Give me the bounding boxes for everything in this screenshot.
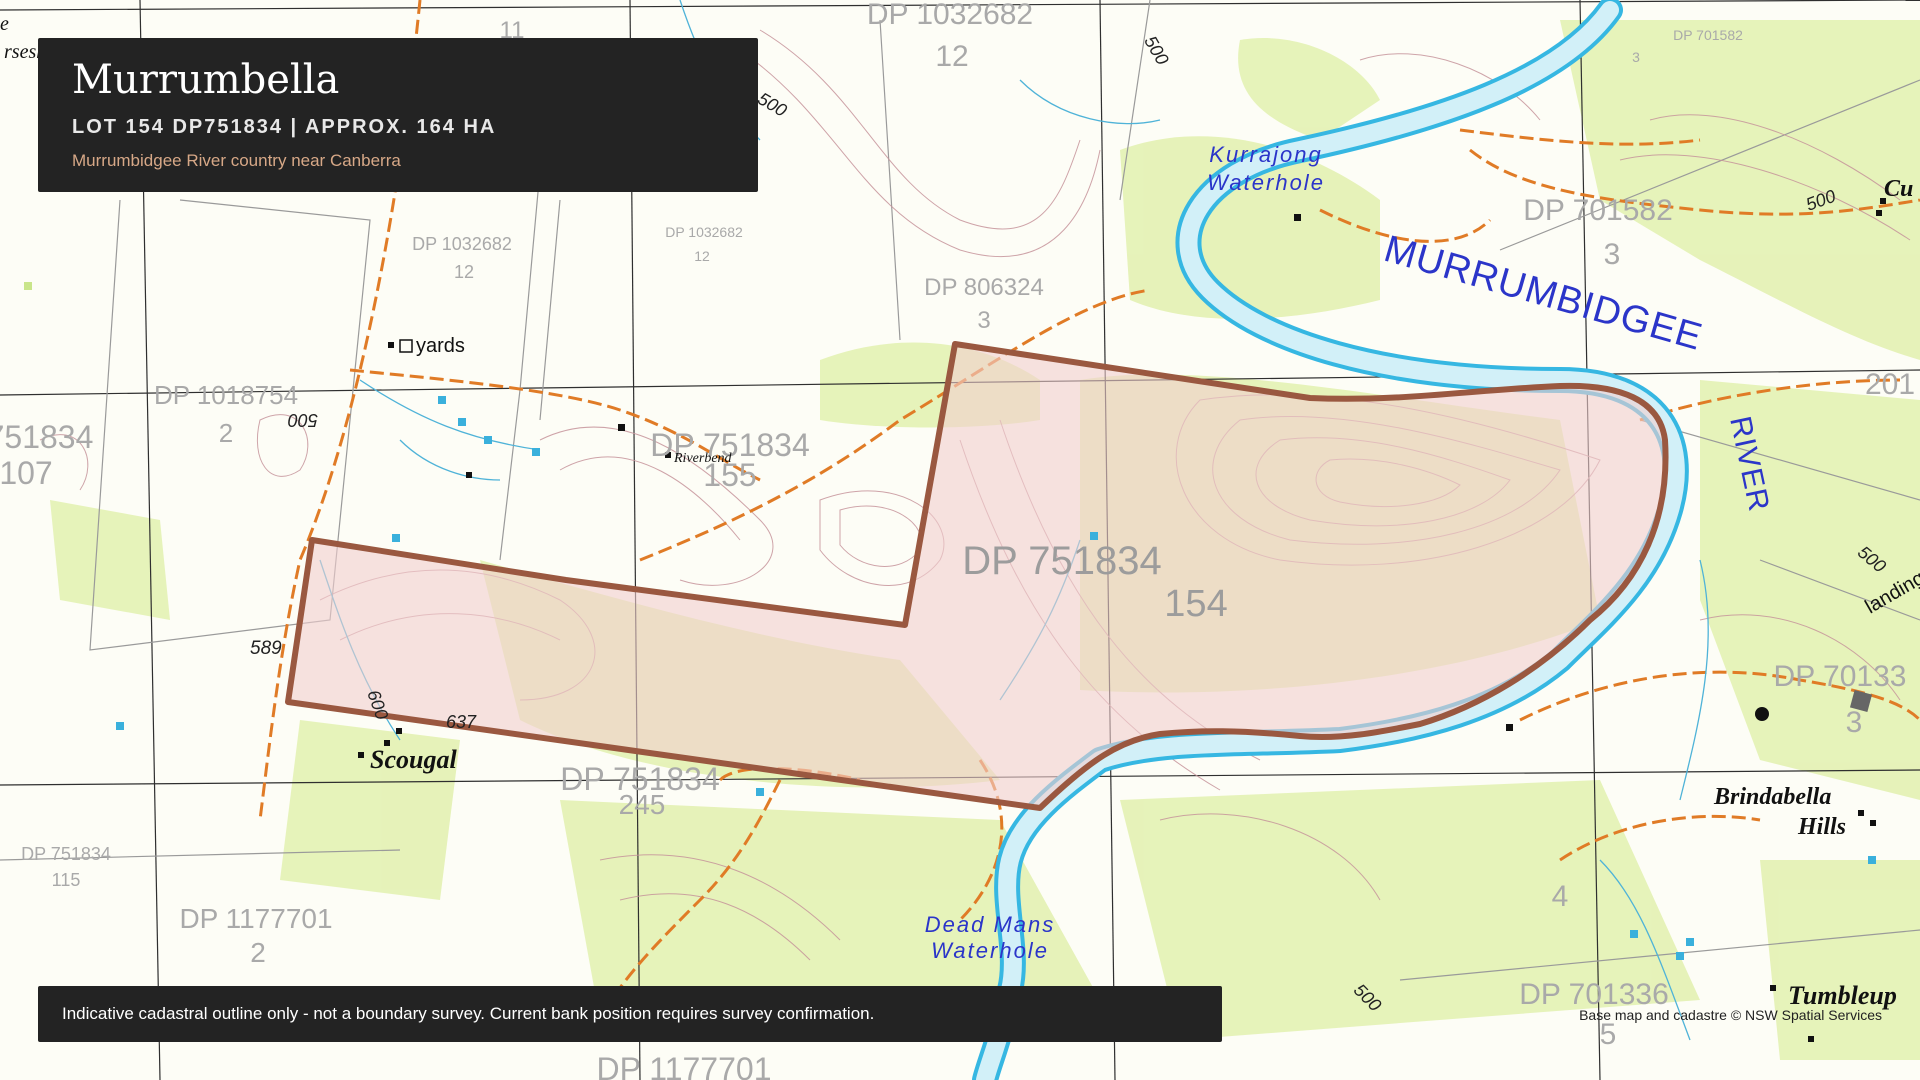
parcel-lot: 4	[1552, 880, 1569, 913]
parcel-lot: 3	[1846, 706, 1863, 739]
parcel-dp: DP 701582	[1673, 27, 1743, 43]
parcel-dp: 751834	[0, 419, 93, 455]
disclaimer-bar: Indicative cadastral outline only - not …	[38, 986, 1222, 1042]
property-title: Murrumbella	[72, 57, 340, 103]
parcel-lot: 12	[935, 40, 968, 73]
place-label-cu: Cu	[1884, 176, 1913, 202]
parcel-dp: DP 1032682	[665, 224, 743, 240]
parcel-dp: DP 1177701	[597, 1051, 772, 1080]
lot-154-lot-label: 154	[1164, 583, 1227, 625]
parcel-lot: 3	[1632, 49, 1640, 65]
waterhole-label: Kurrajong	[1209, 142, 1322, 167]
parcel-lot: 3	[977, 307, 990, 334]
parcel-lot: 2	[250, 937, 266, 968]
place-label-tumbleup: Tumbleup	[1788, 981, 1897, 1010]
parcel-dp: DP 70133	[1774, 660, 1907, 693]
parcel-lot: 107	[0, 455, 53, 491]
spot-height: 500	[288, 410, 318, 430]
spot-height: 637	[446, 712, 477, 732]
parcel-lot: 12	[694, 248, 710, 264]
parcel-dp: DP 806324	[924, 274, 1044, 301]
lot-154-dp-label: DP 751834	[962, 539, 1161, 583]
parcel-lot: 245	[619, 789, 666, 820]
parcel-dp: DP 751834	[21, 844, 111, 864]
property-tagline: Murrumbidgee River country near Canberra	[72, 151, 401, 170]
waterhole-label: Waterhole	[1207, 170, 1325, 195]
parcel-dp: DP 1032682	[867, 0, 1033, 31]
title-card: Murrumbella LOT 154 DP751834 | APPROX. 1…	[38, 38, 758, 192]
parcel-lot: 2	[219, 418, 233, 448]
parcel-lot: 3	[1604, 238, 1621, 271]
place-label-riverbend: Riverbend	[673, 451, 733, 466]
parcel-dp: DP 701582	[1523, 194, 1673, 227]
lot-description: LOT 154 DP751834 | APPROX. 164 HA	[72, 116, 497, 138]
place-label-scougal: Scougal	[370, 745, 457, 774]
parcel-lot: 115	[52, 870, 81, 890]
parcel-dp: 201	[1865, 368, 1915, 401]
parcel-lot: 12	[454, 262, 474, 282]
parcel-dp: DP 1018754	[154, 380, 298, 410]
spot-height: 589	[250, 638, 282, 659]
waterhole-label: Dead Mans	[925, 912, 1056, 937]
place-label-yards: yards	[416, 335, 465, 357]
waterhole-label: Waterhole	[931, 938, 1049, 963]
place-label-brindabella: Brindabella	[1713, 784, 1831, 810]
disclaimer-text: Indicative cadastral outline only - not …	[62, 1004, 875, 1023]
parcel-dp: DP 1032682	[412, 234, 512, 254]
map-credit: Base map and cadastre © NSW Spatial Serv…	[1579, 1007, 1882, 1023]
parcel-dp: DP 1177701	[179, 903, 332, 934]
place-label-hills: Hills	[1797, 814, 1846, 840]
place-label-e: e	[0, 13, 9, 35]
